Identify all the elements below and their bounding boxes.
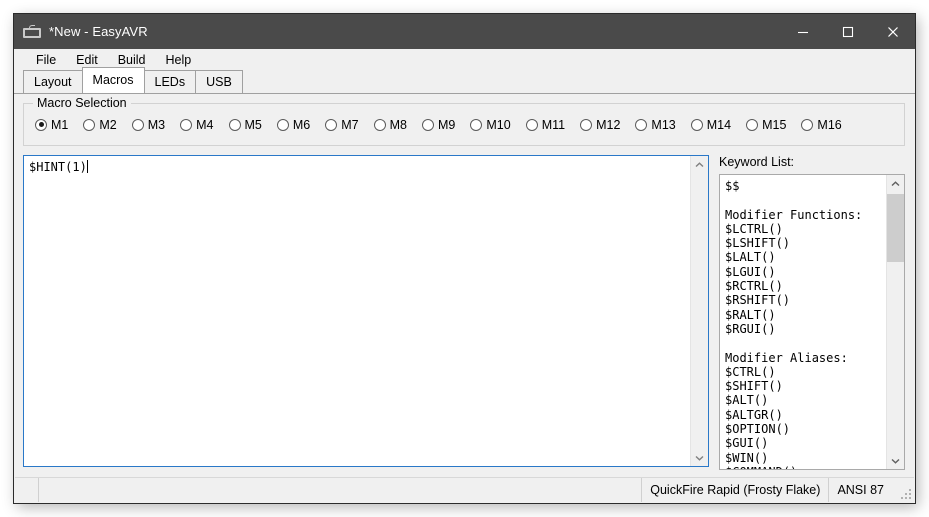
scroll-up-icon[interactable] — [691, 156, 708, 173]
radio-label-m13: M13 — [651, 117, 676, 132]
radio-label-m14: M14 — [706, 117, 732, 132]
tab-bar: Layout Macros LEDs USB — [14, 67, 915, 93]
radio-m4[interactable]: M4 — [180, 117, 214, 132]
macro-editor-value: $HINT(1) — [29, 160, 87, 174]
macro-selection-legend: Macro Selection — [33, 96, 131, 110]
keyword-list-box[interactable]: $$ Modifier Functions: $LCTRL() $LSHIFT(… — [719, 174, 905, 470]
radio-m2[interactable]: M2 — [83, 117, 117, 132]
window-controls — [780, 14, 915, 49]
radio-dot-m5 — [228, 118, 241, 131]
status-segment-1 — [15, 478, 39, 502]
radio-m15[interactable]: M15 — [746, 118, 786, 132]
radio-m11[interactable]: M11 — [525, 117, 566, 132]
maximize-icon[interactable] — [825, 14, 870, 49]
tab-layout[interactable]: Layout — [23, 70, 83, 93]
macro-radio-row: M1 M2 M3 M4 M5 M6 M7 M8 M9 M10 M11 M12 M… — [24, 104, 904, 145]
radio-dot-m15 — [746, 118, 759, 131]
radio-m14[interactable]: M14 — [690, 117, 732, 132]
radio-m6[interactable]: M6 — [276, 117, 311, 132]
radio-label-m10: M10 — [486, 117, 511, 132]
window-title: *New - EasyAVR — [49, 24, 148, 39]
radio-label-m5: M5 — [244, 117, 262, 132]
radio-dot-m10 — [470, 118, 483, 131]
application-window: *New - EasyAVR File Edit Build Help Layo… — [14, 14, 915, 503]
menu-item-file[interactable]: File — [27, 51, 65, 69]
radio-dot-m1 — [35, 118, 47, 131]
tab-macros[interactable]: Macros — [81, 67, 145, 93]
keyboard-icon — [23, 25, 41, 38]
status-segment-2 — [39, 478, 643, 502]
status-keyboard-name: QuickFire Rapid (Frosty Flake) — [642, 478, 830, 502]
radio-dot-m3 — [131, 118, 144, 131]
close-icon[interactable] — [870, 14, 915, 49]
radio-label-m4: M4 — [196, 117, 214, 132]
radio-dot-m11 — [525, 118, 538, 131]
macro-editor-text[interactable]: $HINT(1) — [24, 156, 690, 466]
radio-m1[interactable]: M1 — [35, 118, 68, 132]
radio-m13[interactable]: M13 — [635, 117, 676, 132]
keyword-panel: Keyword List: $$ Modifier Functions: $LC… — [719, 155, 905, 470]
keyword-scroll-thumb[interactable] — [887, 194, 904, 262]
radio-m10[interactable]: M10 — [470, 117, 511, 132]
radio-m5[interactable]: M5 — [228, 117, 262, 132]
radio-label-m15: M15 — [762, 117, 787, 132]
radio-label-m11: M11 — [541, 117, 566, 132]
client-area: Macro Selection M1 M2 M3 M4 M5 M6 M7 M8 … — [14, 93, 915, 503]
radio-label-m6: M6 — [292, 117, 311, 132]
radio-label-m2: M2 — [99, 117, 117, 132]
radio-label-m9: M9 — [438, 117, 456, 132]
keyword-scroll-up-icon[interactable] — [887, 175, 904, 192]
minimize-icon[interactable] — [780, 14, 825, 49]
keyword-scroll-down-icon[interactable] — [887, 452, 904, 469]
radio-m9[interactable]: M9 — [422, 118, 455, 132]
radio-dot-m8 — [373, 118, 386, 131]
resize-grip[interactable] — [899, 487, 911, 499]
radio-label-m12: M12 — [596, 117, 621, 132]
radio-dot-m4 — [180, 118, 193, 131]
radio-label-m8: M8 — [389, 117, 407, 132]
radio-label-m3: M3 — [147, 117, 166, 132]
radio-dot-m2 — [83, 118, 96, 131]
tab-usb[interactable]: USB — [195, 70, 243, 93]
radio-label-m7: M7 — [341, 117, 359, 132]
keyword-scroll-track[interactable] — [887, 192, 904, 452]
radio-dot-m16 — [801, 118, 814, 131]
menu-item-help[interactable]: Help — [157, 51, 201, 69]
desktop-background: *New - EasyAVR File Edit Build Help Layo… — [0, 0, 929, 517]
status-bar: QuickFire Rapid (Frosty Flake) ANSI 87 — [15, 477, 914, 502]
radio-dot-m13 — [635, 118, 648, 131]
radio-label-m16: M16 — [817, 117, 842, 132]
editor-scroll-track[interactable] — [691, 173, 708, 449]
radio-label-m1: M1 — [51, 117, 69, 132]
tab-leds[interactable]: LEDs — [143, 70, 197, 93]
radio-dot-m9 — [422, 118, 434, 131]
menu-bar: File Edit Build Help — [14, 49, 915, 71]
keyword-list-text: $$ Modifier Functions: $LCTRL() $LSHIFT(… — [725, 179, 863, 469]
macro-editor[interactable]: $HINT(1) — [23, 155, 709, 467]
text-caret — [86, 160, 88, 173]
radio-dot-m14 — [690, 118, 703, 131]
scroll-down-icon[interactable] — [691, 449, 708, 466]
radio-m12[interactable]: M12 — [580, 118, 620, 132]
radio-m8[interactable]: M8 — [373, 117, 407, 132]
radio-m3[interactable]: M3 — [131, 117, 166, 132]
keyword-list-label: Keyword List: — [719, 155, 795, 169]
keyword-scrollbar[interactable] — [886, 175, 904, 469]
main-panels: $HINT(1) Keyword List: $$ Modifier Funct… — [14, 146, 915, 470]
radio-m16[interactable]: M16 — [801, 117, 842, 132]
macro-selection-group: Macro Selection M1 M2 M3 M4 M5 M6 M7 M8 … — [23, 96, 905, 146]
editor-scrollbar[interactable] — [690, 156, 708, 466]
radio-dot-m6 — [276, 118, 289, 131]
radio-dot-m7 — [325, 118, 338, 131]
title-bar[interactable]: *New - EasyAVR — [14, 14, 915, 49]
radio-m7[interactable]: M7 — [325, 117, 359, 132]
radio-dot-m12 — [580, 118, 593, 131]
